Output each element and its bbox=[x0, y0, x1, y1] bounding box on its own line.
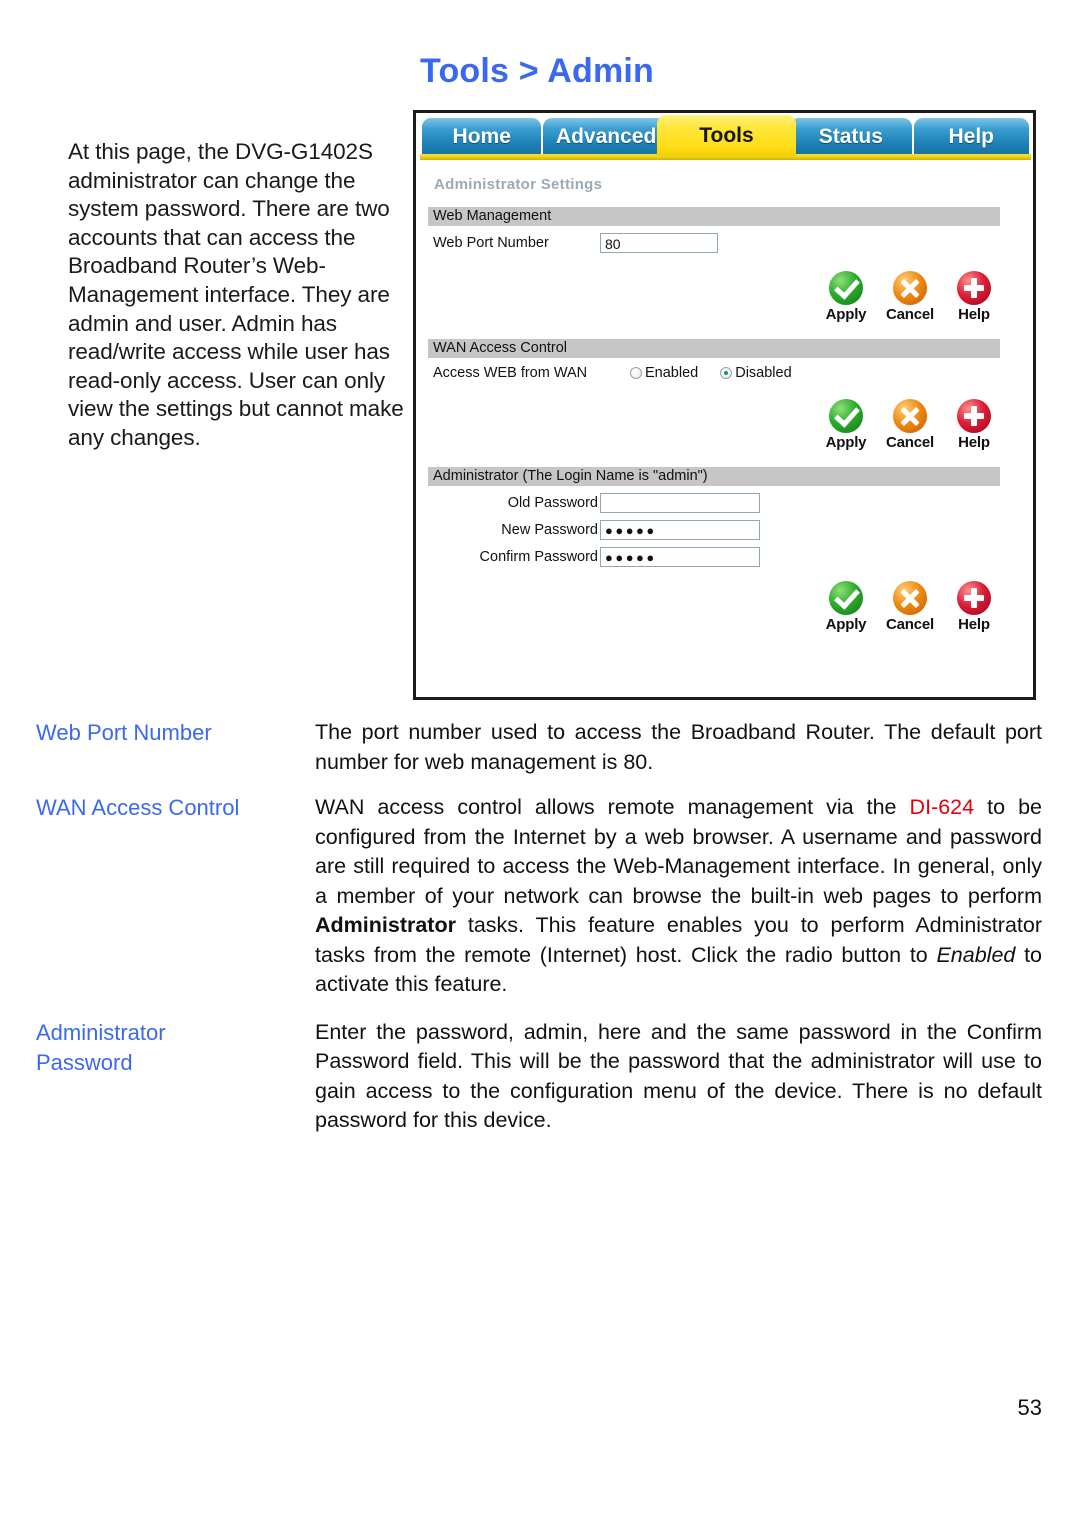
help-icon bbox=[957, 271, 991, 305]
definition-desc-administrator-password: Enter the password, admin, here and the … bbox=[315, 1019, 1042, 1133]
definition-desc-web-port-number: The port number used to access the Broad… bbox=[315, 720, 1042, 774]
help-label: Help bbox=[958, 434, 990, 451]
administrator-bold: Administrator bbox=[315, 913, 456, 937]
cancel-label: Cancel bbox=[886, 306, 934, 323]
new-password-input[interactable]: ●●●●● bbox=[600, 520, 760, 540]
apply-icon bbox=[829, 581, 863, 615]
admin-settings-heading: Administrator Settings bbox=[434, 176, 603, 193]
definition-term-wan-access-control: WAN Access Control bbox=[36, 795, 240, 820]
tab-advanced[interactable]: Advanced bbox=[543, 118, 669, 156]
definition-desc-wan-access-control: WAN access control allows remote managem… bbox=[315, 793, 1042, 1000]
apply-icon bbox=[829, 399, 863, 433]
apply-icon bbox=[829, 271, 863, 305]
tab-home[interactable]: Home bbox=[422, 118, 542, 156]
apply-button-administrator[interactable]: Apply bbox=[821, 581, 871, 633]
radio-disabled-label: Disabled bbox=[735, 365, 792, 381]
web-port-number-row: Web Port Number 80 bbox=[428, 233, 1021, 253]
cancel-label: Cancel bbox=[886, 434, 934, 451]
radio-enabled[interactable]: Enabled bbox=[630, 365, 698, 381]
section-bar-administrator: Administrator (The Login Name is "admin"… bbox=[428, 467, 1000, 486]
help-icon bbox=[957, 399, 991, 433]
access-web-from-wan-label: Access WEB from WAN bbox=[433, 365, 588, 381]
old-password-label: Old Password bbox=[507, 495, 598, 511]
confirm-password-row: Confirm Password ●●●●● bbox=[428, 547, 1021, 567]
section-bar-wan-access-control: WAN Access Control bbox=[428, 339, 1000, 358]
tab-help[interactable]: Help bbox=[913, 118, 1029, 156]
access-web-from-wan-radio-group: Enabled Disabled bbox=[630, 365, 792, 381]
web-port-number-input[interactable]: 80 bbox=[600, 233, 718, 253]
tab-status[interactable]: Status bbox=[790, 118, 912, 156]
old-password-input[interactable] bbox=[600, 493, 760, 513]
definition-administrator-password: Administrator Password Enter the password… bbox=[0, 1018, 1080, 1136]
help-label: Help bbox=[958, 306, 990, 323]
apply-label: Apply bbox=[825, 616, 867, 633]
tab-tools[interactable]: Tools bbox=[656, 115, 797, 156]
page-number: 53 bbox=[1017, 1395, 1042, 1420]
definition-list: Web Port Number The port number used to … bbox=[0, 718, 1080, 1146]
section-bar-web-management: Web Management bbox=[428, 207, 1000, 226]
cancel-button-web-management[interactable]: Cancel bbox=[885, 271, 935, 323]
new-password-label: New Password bbox=[501, 522, 598, 538]
old-password-row: Old Password bbox=[428, 493, 1021, 513]
new-password-row: New Password ●●●●● bbox=[428, 520, 1021, 540]
cancel-icon bbox=[893, 581, 927, 615]
enabled-italic: Enabled bbox=[936, 942, 1016, 967]
router-page-body: Administrator Settings Web Management We… bbox=[416, 176, 1033, 637]
help-button-web-management[interactable]: Help bbox=[949, 271, 999, 323]
wan-desc-part1: WAN access control allows remote managem… bbox=[315, 795, 910, 819]
model-name-di624: DI-624 bbox=[909, 795, 975, 819]
access-web-from-wan-row: Access WEB from WAN Enabled Disabled bbox=[428, 365, 1021, 381]
admin-pw-term-line1: Administrator bbox=[36, 1019, 166, 1045]
cancel-button-wan-access[interactable]: Cancel bbox=[885, 399, 935, 451]
definition-web-port-number: Web Port Number The port number used to … bbox=[0, 718, 1080, 777]
router-ui-screenshot: Home Advanced Tools Status Help Administ… bbox=[413, 110, 1036, 700]
radio-disabled[interactable]: Disabled bbox=[720, 365, 792, 381]
cancel-icon bbox=[893, 399, 927, 433]
cancel-label: Cancel bbox=[886, 616, 934, 633]
cancel-button-administrator[interactable]: Cancel bbox=[885, 581, 935, 633]
router-tab-list: Home Advanced Tools Status Help bbox=[422, 115, 1031, 156]
apply-label: Apply bbox=[825, 306, 867, 323]
web-port-number-label: Web Port Number bbox=[433, 235, 549, 251]
apply-label: Apply bbox=[825, 434, 867, 451]
help-icon bbox=[957, 581, 991, 615]
action-bar-administrator: Apply Cancel Help bbox=[821, 581, 999, 633]
apply-button-wan-access[interactable]: Apply bbox=[821, 399, 871, 451]
help-button-administrator[interactable]: Help bbox=[949, 581, 999, 633]
radio-circle-selected-icon bbox=[720, 367, 733, 379]
action-bar-wan-access-control: Apply Cancel Help bbox=[821, 399, 999, 451]
router-navbar: Home Advanced Tools Status Help bbox=[416, 113, 1033, 160]
help-button-wan-access[interactable]: Help bbox=[949, 399, 999, 451]
radio-enabled-label: Enabled bbox=[645, 365, 699, 381]
confirm-password-label: Confirm Password bbox=[479, 549, 598, 565]
definition-wan-access-control: WAN Access Control WAN access control al… bbox=[0, 793, 1080, 1000]
intro-paragraph: At this page, the DVG-G1402S administrat… bbox=[68, 139, 404, 450]
apply-button-web-management[interactable]: Apply bbox=[821, 271, 871, 323]
help-label: Help bbox=[958, 616, 990, 633]
confirm-password-input[interactable]: ●●●●● bbox=[600, 547, 760, 567]
radio-circle-icon bbox=[630, 367, 642, 379]
definition-term-web-port-number: Web Port Number bbox=[36, 720, 212, 745]
definition-term-administrator-password: Administrator Password bbox=[36, 1018, 304, 1078]
cancel-icon bbox=[893, 271, 927, 305]
page-title: Tools > Admin bbox=[420, 52, 654, 90]
admin-pw-term-line2: Password bbox=[36, 1049, 133, 1075]
action-bar-web-management: Apply Cancel Help bbox=[821, 271, 999, 323]
